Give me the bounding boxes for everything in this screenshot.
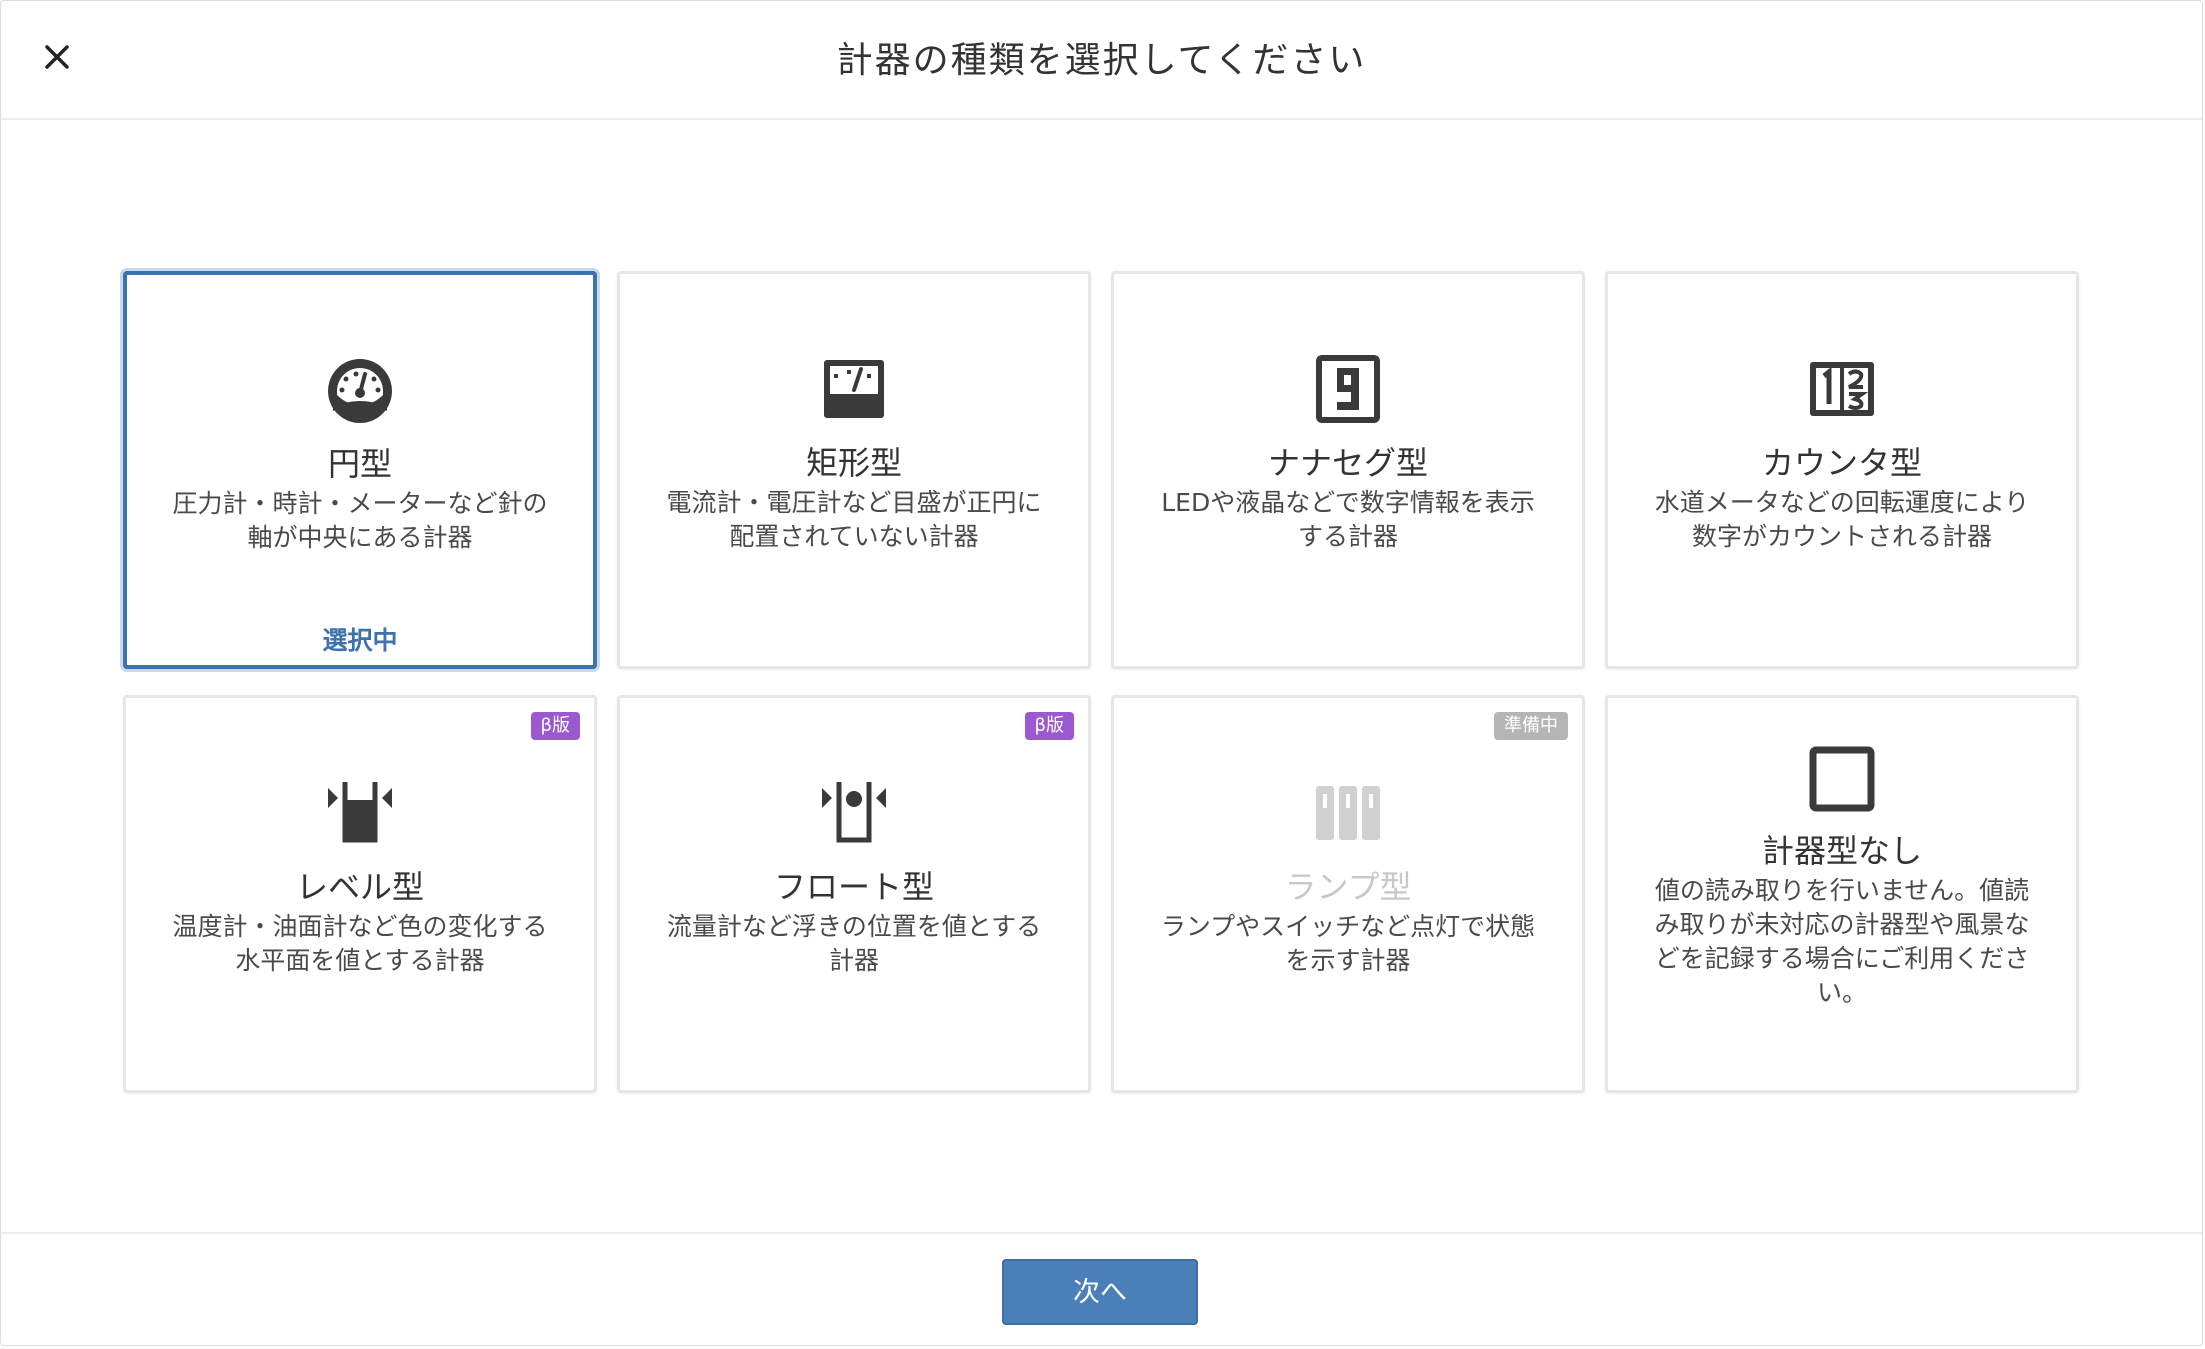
meter-card-level[interactable]: β版 レベル型 温度計・油面計など色の変化する水平面を値とする計器 (123, 695, 597, 1093)
meter-card-description: 流量計など浮きの位置を値とする計器 (666, 912, 1042, 975)
gauge-rect-icon (819, 354, 889, 424)
meter-card-rect[interactable]: 矩形型 電流計・電圧計など目盛が正円に配置されていない計器 (617, 271, 1091, 669)
meter-card-lamp: 準備中 ランプ型 ランプやスイッチなど点灯で状態を示す計器 (1111, 695, 1585, 1093)
next-button[interactable]: 次へ (1002, 1259, 1198, 1325)
counter-icon (1807, 354, 1877, 424)
meter-card-name: ランプ型 (1284, 868, 1412, 906)
dialog-header: 計器の種類を選択してください (1, 1, 2202, 120)
meter-type-dialog: 計器の種類を選択してください 円型 圧力計・時計・メーターなど針の軸が中央にある… (0, 0, 2203, 1346)
lamp-icon (1313, 778, 1383, 848)
dialog-footer: 次へ (1, 1232, 2202, 1349)
meter-card-name: 計器型なし (1761, 832, 1922, 870)
meter-card-description: LEDや液晶などで数字情報を表示する計器 (1161, 488, 1535, 551)
dialog-title: 計器の種類を選択してください (836, 40, 1367, 81)
meter-card-name: 矩形型 (805, 444, 902, 482)
beta-badge: β版 (530, 712, 580, 740)
gauge-round-icon (325, 355, 395, 425)
meter-card-name: カウンタ型 (1761, 444, 1922, 482)
meter-card-name: レベル型 (295, 868, 424, 906)
meter-card-float[interactable]: β版 フロート型 流量計など浮きの位置を値とする計器 (617, 695, 1091, 1093)
float-icon (819, 778, 889, 848)
meter-card-description: ランプやスイッチなど点灯で状態を示す計器 (1160, 912, 1536, 975)
seven-segment-icon (1313, 354, 1383, 424)
meter-card-description: 温度計・油面計など色の変化する水平面を値とする計器 (172, 912, 548, 975)
meter-card-description: 値の読み取りを行いません。値読み取りが未対応の計器型や風景などを記録する場合にご… (1654, 876, 2030, 1007)
meter-card-name: フロート型 (773, 868, 934, 906)
meter-card-name: ナナセグ型 (1267, 444, 1428, 482)
meter-card-round[interactable]: 円型 圧力計・時計・メーターなど針の軸が中央にある計器 選択中 (123, 271, 597, 669)
beta-badge: β版 (1024, 712, 1074, 740)
pending-badge: 準備中 (1494, 712, 1568, 740)
meter-card-none[interactable]: 計器型なし 値の読み取りを行いません。値読み取りが未対応の計器型や風景などを記録… (1605, 695, 2079, 1093)
meter-type-grid: 円型 圧力計・時計・メーターなど針の軸が中央にある計器 選択中 矩形型 電流計・… (123, 271, 2085, 1093)
meter-card-description: 水道メータなどの回転運度により数字がカウントされる計器 (1654, 488, 2030, 551)
meter-card-counter[interactable]: カウンタ型 水道メータなどの回転運度により数字がカウントされる計器 (1605, 271, 2079, 669)
meter-card-description: 電流計・電圧計など目盛が正円に配置されていない計器 (666, 488, 1042, 551)
selected-status: 選択中 (322, 626, 398, 655)
meter-card-description: 圧力計・時計・メーターなど針の軸が中央にある計器 (172, 489, 548, 552)
level-icon (325, 778, 395, 848)
meter-card-name: 円型 (327, 445, 392, 483)
meter-card-seven-segment[interactable]: ナナセグ型 LEDや液晶などで数字情報を表示する計器 (1111, 271, 1585, 669)
empty-square-icon (1807, 744, 1877, 814)
